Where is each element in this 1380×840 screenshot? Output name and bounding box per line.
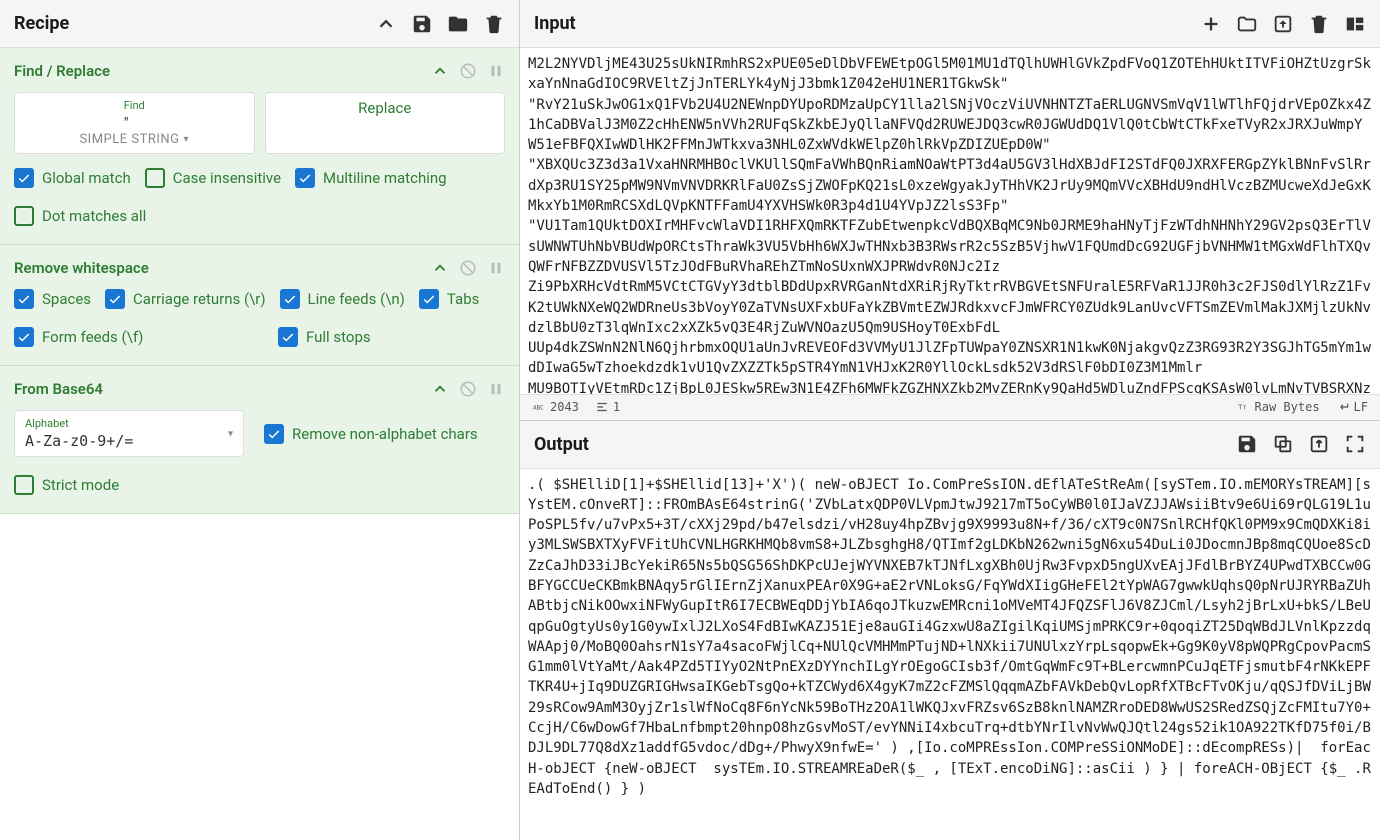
collapse-all-icon[interactable]	[375, 13, 397, 35]
checkbox-icon	[14, 168, 34, 188]
add-input-icon[interactable]	[1200, 13, 1222, 35]
checkbox-icon	[145, 168, 165, 188]
breakpoint-icon[interactable]	[487, 259, 505, 277]
status-length: ABC 2043	[532, 400, 579, 414]
output-textarea[interactable]: .( $SHElliD[1]+$SHEllid[13]+'X')( neW-oB…	[520, 469, 1380, 840]
alphabet-select[interactable]: Alphabet A-Za-z0-9+/=	[14, 410, 244, 457]
output-title: Output	[534, 434, 589, 455]
disable-op-icon[interactable]	[459, 259, 477, 277]
svg-text:Tт: Tт	[1238, 403, 1246, 411]
chevron-up-icon[interactable]	[431, 380, 449, 398]
chevron-up-icon[interactable]	[431, 259, 449, 277]
checkbox-tabs[interactable]: Tabs	[419, 289, 479, 309]
checkbox-icon	[419, 289, 439, 309]
move-output-to-input-icon[interactable]	[1308, 433, 1330, 455]
find-label: Find	[124, 99, 145, 112]
replace-field[interactable]: Replace	[265, 92, 506, 154]
checkbox-icon	[14, 206, 34, 226]
alphabet-value: A-Za-z0-9+/=	[25, 432, 213, 450]
checkbox-dot-matches-all[interactable]: Dot matches all	[14, 206, 146, 226]
save-output-icon[interactable]	[1236, 433, 1258, 455]
fullscreen-output-icon[interactable]	[1344, 433, 1366, 455]
input-title: Input	[534, 13, 576, 34]
find-value: "	[124, 114, 145, 132]
clear-recipe-icon[interactable]	[483, 13, 505, 35]
find-mode-dropdown[interactable]: SIMPLE STRING	[79, 132, 189, 147]
load-recipe-icon[interactable]	[447, 13, 469, 35]
checkbox-global-match[interactable]: Global match	[14, 168, 131, 188]
breakpoint-icon[interactable]	[487, 62, 505, 80]
checkbox-remove-non-alphabet[interactable]: Remove non-alphabet chars	[264, 424, 478, 444]
status-encoding[interactable]: Tт Raw Bytes	[1237, 400, 1320, 414]
chevron-up-icon[interactable]	[431, 62, 449, 80]
toggle-layout-icon[interactable]	[1344, 13, 1366, 35]
input-status-bar: ABC 2043 1 Tт Raw Bytes LF	[520, 394, 1380, 420]
replace-placeholder: Replace	[358, 99, 411, 117]
status-lines: 1	[595, 400, 620, 414]
checkbox-icon	[14, 289, 34, 309]
disable-op-icon[interactable]	[459, 380, 477, 398]
checkbox-spaces[interactable]: Spaces	[14, 289, 91, 309]
clear-input-icon[interactable]	[1308, 13, 1330, 35]
output-section: Output .( $SHElliD[1]+$SHEllid[13]+'X')(…	[520, 420, 1380, 840]
checkbox-icon	[264, 424, 284, 444]
checkbox-icon	[14, 327, 34, 347]
input-textarea[interactable]: M2L2NYVDljME43U25sUkNIRmhRS2xPUE05eDlDbV…	[520, 48, 1380, 394]
operation-from-base64: From Base64 Alphabet A-Za-z0-9+/= Remove…	[0, 366, 519, 514]
svg-text:ABC: ABC	[533, 405, 544, 411]
op-title: Remove whitespace	[14, 259, 149, 277]
status-eol[interactable]: LF	[1336, 400, 1368, 414]
alphabet-label: Alphabet	[25, 417, 213, 430]
input-section: Input M2L2NYVDljME43U25sUkNIRmhRS2xPUE05…	[520, 0, 1380, 420]
find-field[interactable]: Find " SIMPLE STRING	[14, 92, 255, 154]
copy-output-icon[interactable]	[1272, 433, 1294, 455]
checkbox-multiline[interactable]: Multiline matching	[295, 168, 447, 188]
checkbox-case-insensitive[interactable]: Case insensitive	[145, 168, 281, 188]
checkbox-icon	[14, 475, 34, 495]
recipe-title: Recipe	[14, 13, 69, 34]
operation-find-replace: Find / Replace Find " SIMPLE STRING Repl…	[0, 48, 519, 245]
checkbox-icon	[280, 289, 300, 309]
operation-remove-whitespace: Remove whitespace Spaces Carriage return…	[0, 245, 519, 366]
recipe-operations-list: Find / Replace Find " SIMPLE STRING Repl…	[0, 48, 519, 840]
open-file-icon[interactable]	[1272, 13, 1294, 35]
recipe-header: Recipe	[0, 0, 519, 48]
checkbox-icon	[295, 168, 315, 188]
checkbox-full-stops[interactable]: Full stops	[278, 327, 371, 347]
op-title: From Base64	[14, 380, 103, 398]
checkbox-line-feeds[interactable]: Line feeds (\n)	[280, 289, 405, 309]
checkbox-form-feeds[interactable]: Form feeds (\f)	[14, 327, 264, 347]
disable-op-icon[interactable]	[459, 62, 477, 80]
open-folder-icon[interactable]	[1236, 13, 1258, 35]
breakpoint-icon[interactable]	[487, 380, 505, 398]
op-title: Find / Replace	[14, 62, 110, 80]
checkbox-carriage-returns[interactable]: Carriage returns (\r)	[105, 289, 266, 309]
save-recipe-icon[interactable]	[411, 13, 433, 35]
checkbox-icon	[105, 289, 125, 309]
checkbox-strict-mode[interactable]: Strict mode	[14, 475, 119, 495]
checkbox-icon	[278, 327, 298, 347]
